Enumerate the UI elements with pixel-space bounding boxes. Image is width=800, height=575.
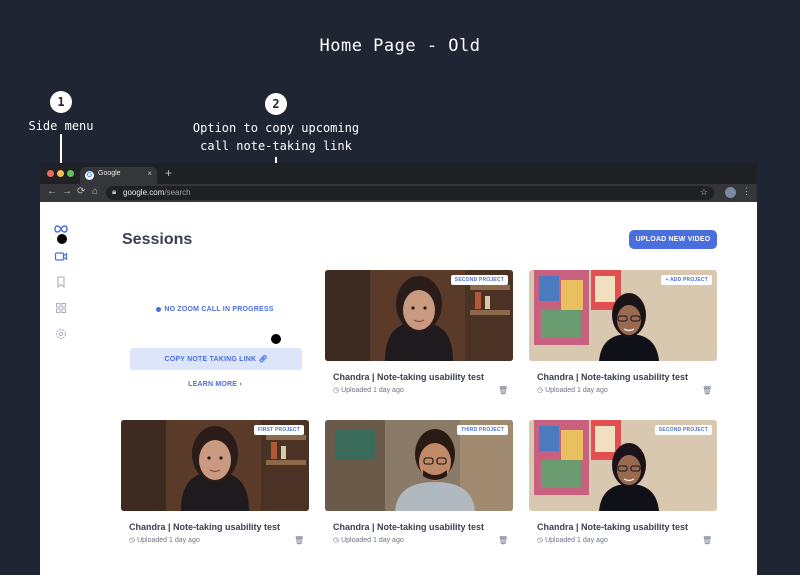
page-heading: Home Page - Old [319, 36, 481, 56]
address-bar-url: google.com/search [123, 188, 191, 197]
close-window-icon[interactable] [47, 170, 54, 177]
browser-window: G Google × + ← → ⟳ ⌂ 🔒︎ google.com/searc… [40, 163, 757, 575]
clock-icon: ◷ [333, 537, 340, 544]
session-card[interactable]: SECOND PROJECT Chandra | Note-taking usab… [325, 270, 513, 405]
session-meta: ◷ Uploaded 1 day ago [537, 386, 608, 394]
address-bar[interactable]: 🔒︎ google.com/search ☆ [106, 186, 714, 200]
browser-toolbar: ← → ⟳ ⌂ 🔒︎ google.com/search ☆ ⋮ [40, 184, 757, 202]
session-card[interactable]: THIRD PROJECT Chandra | Note-taking usabi… [325, 420, 513, 555]
url-path: /search [164, 188, 191, 197]
annotation-label-side-menu: Side menu [28, 119, 94, 133]
copy-note-taking-link-button[interactable]: COPY NOTE TAKING LINK 🔗︎ [130, 348, 302, 370]
side-menu [40, 202, 82, 575]
back-arrow-icon[interactable]: ← [47, 186, 57, 197]
video-thumbnail[interactable]: + ADD PROJECT [529, 270, 717, 361]
bookmark-icon[interactable] [54, 275, 68, 289]
reload-icon[interactable]: ⟳ [77, 186, 85, 197]
annotation-label-line-2: call note-taking link [200, 139, 352, 153]
video-thumbnail[interactable]: SECOND PROJECT [529, 420, 717, 511]
zoom-status: NO ZOOM CALL IN PROGRESS [121, 306, 309, 313]
lock-icon: 🔒︎ [112, 187, 117, 196]
profile-avatar[interactable] [725, 187, 736, 198]
page-title: Sessions [122, 231, 193, 248]
session-meta: ◷ Uploaded 1 day ago [129, 536, 200, 544]
tab-close-icon[interactable]: × [147, 169, 152, 178]
annotation-label-line-1: Option to copy upcoming [192, 121, 360, 135]
trash-icon[interactable]: 🗑︎ [702, 536, 712, 545]
clock-icon: ◷ [537, 537, 544, 544]
upload-time: Uploaded 1 day ago [137, 537, 200, 544]
upload-time: Uploaded 1 day ago [545, 387, 608, 394]
upload-new-video-button[interactable]: UPLOAD NEW VIDEO [629, 230, 717, 249]
minimize-window-icon[interactable] [57, 170, 64, 177]
forward-arrow-icon[interactable]: → [62, 186, 72, 197]
learn-more-link[interactable]: LEARN MORE › [121, 381, 309, 388]
upload-time: Uploaded 1 day ago [341, 387, 404, 394]
trash-icon[interactable]: 🗑︎ [498, 386, 508, 395]
video-thumbnail[interactable]: THIRD PROJECT [325, 420, 513, 511]
project-tag[interactable]: SECOND PROJECT [654, 425, 712, 435]
upload-time: Uploaded 1 day ago [545, 537, 608, 544]
status-dot-icon [156, 306, 162, 312]
project-tag[interactable]: THIRD PROJECT [457, 425, 508, 435]
browser-tab-title: Google [98, 170, 121, 177]
trash-icon[interactable]: 🗑︎ [294, 536, 304, 545]
project-tag[interactable]: FIRST PROJECT [253, 425, 304, 435]
bookmark-star-icon[interactable]: ☆ [700, 187, 708, 198]
browser-tab-bar: G Google × + [40, 163, 757, 184]
chevron-right-icon: › [239, 381, 242, 388]
video-icon[interactable] [54, 249, 68, 263]
session-title[interactable]: Chandra | Note-taking usability test [333, 522, 484, 532]
browser-tab[interactable]: G Google × [80, 167, 157, 184]
session-meta: ◷ Uploaded 1 day ago [537, 536, 608, 544]
video-thumbnail[interactable]: SECOND PROJECT [325, 270, 513, 361]
session-card[interactable]: SECOND PROJECT Chandra | Note-taking usab… [529, 420, 717, 555]
annotation-marker-2 [270, 333, 282, 345]
session-card[interactable]: + ADD PROJECT Chandra | Note-taking usabi… [529, 270, 717, 405]
clock-icon: ◷ [129, 537, 136, 544]
session-meta: ◷ Uploaded 1 day ago [333, 386, 404, 394]
google-favicon-icon: G [85, 171, 94, 180]
session-title[interactable]: Chandra | Note-taking usability test [129, 522, 280, 532]
annotation-badge-2: 2 [265, 93, 287, 115]
project-tag[interactable]: + ADD PROJECT [661, 275, 712, 285]
link-icon: 🔗︎ [258, 356, 268, 363]
annotation-label-copy-link: Option to copy upcoming call note-taking… [160, 119, 392, 155]
annotation-marker-1 [56, 233, 68, 245]
settings-icon[interactable] [54, 327, 68, 341]
upload-time: Uploaded 1 day ago [341, 537, 404, 544]
browser-menu-icon[interactable]: ⋮ [742, 186, 751, 197]
video-thumbnail[interactable]: FIRST PROJECT [121, 420, 309, 511]
trash-icon[interactable]: 🗑︎ [702, 386, 712, 395]
grid-icon[interactable] [54, 301, 68, 315]
annotation-badge-1: 1 [50, 91, 72, 113]
trash-icon[interactable]: 🗑︎ [498, 536, 508, 545]
url-host: google.com [123, 188, 165, 197]
zoom-status-text: NO ZOOM CALL IN PROGRESS [164, 306, 274, 313]
project-tag[interactable]: SECOND PROJECT [450, 275, 508, 285]
learn-more-label: LEARN MORE [188, 381, 238, 388]
session-title[interactable]: Chandra | Note-taking usability test [537, 522, 688, 532]
clock-icon: ◷ [537, 387, 544, 394]
home-icon[interactable]: ⌂ [92, 186, 98, 197]
session-title[interactable]: Chandra | Note-taking usability test [537, 372, 688, 382]
session-title[interactable]: Chandra | Note-taking usability test [333, 372, 484, 382]
clock-icon: ◷ [333, 387, 340, 394]
copy-link-label: COPY NOTE TAKING LINK [164, 356, 257, 363]
session-meta: ◷ Uploaded 1 day ago [333, 536, 404, 544]
maximize-window-icon[interactable] [67, 170, 74, 177]
session-card[interactable]: FIRST PROJECT Chandra | Note-taking usabi… [121, 420, 309, 555]
new-tab-button[interactable]: + [165, 166, 172, 180]
